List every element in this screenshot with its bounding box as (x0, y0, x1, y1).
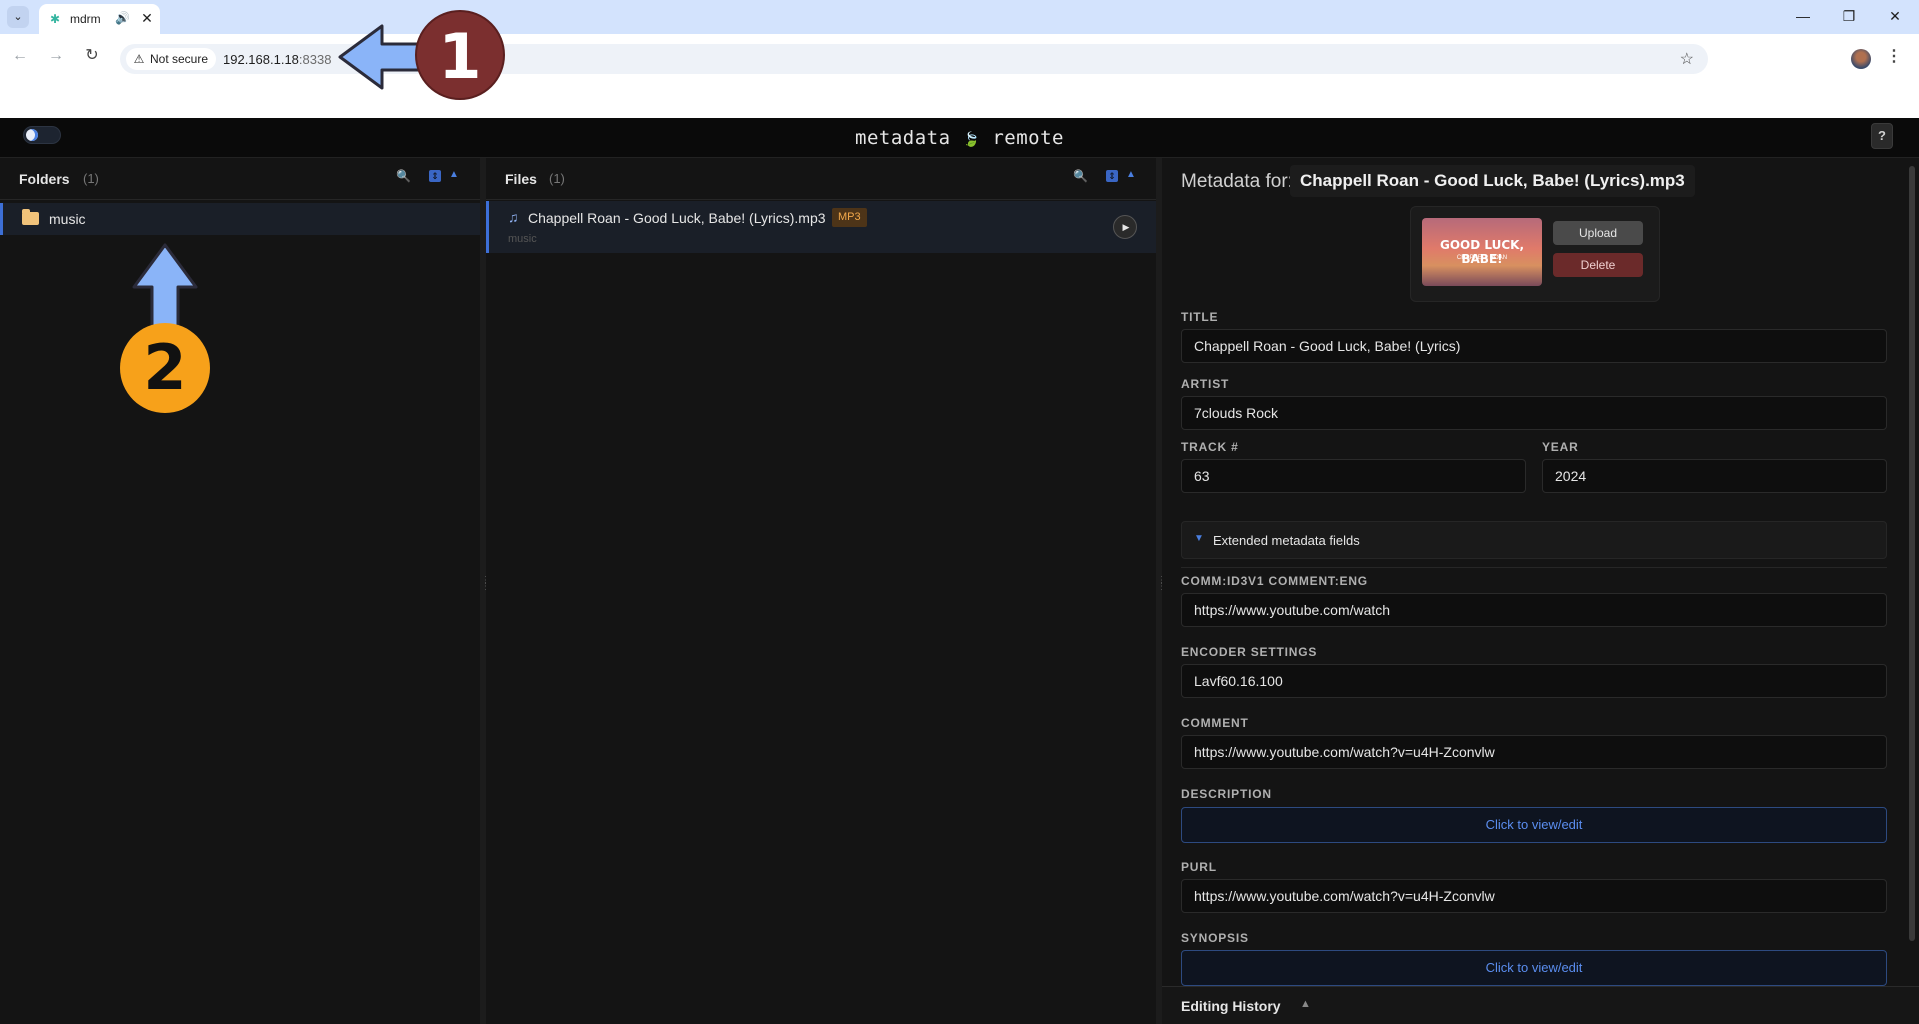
reload-icon[interactable]: ↻ (80, 44, 104, 68)
folders-count: (1) (83, 171, 99, 186)
speaker-icon[interactable]: 🔊 (115, 11, 130, 25)
files-pane: Files (1) 🔍 ⇕ ▲ ♫ Chappell Roan - Good L… (486, 158, 1156, 1024)
comment-field[interactable]: https://www.youtube.com/watch?v=u4H-Zcon… (1181, 735, 1887, 769)
browser-tab[interactable]: ✱ mdrm 🔊 ✕ (39, 4, 160, 34)
url-host: 192.168.1.18 (223, 52, 299, 67)
forward-arrow-icon[interactable]: → (44, 44, 68, 68)
file-name: Chappell Roan - Good Luck, Babe! (Lyrics… (528, 210, 826, 226)
ext-field-label: ENCODER SETTINGS (1181, 645, 1318, 659)
url-text[interactable]: 192.168.1.18:8338 (223, 52, 331, 67)
bookmark-star-icon[interactable]: ☆ (1680, 49, 1694, 69)
security-label: Not secure (150, 52, 209, 66)
leaf-favicon-icon: ✱ (49, 12, 61, 26)
file-folder-label: music (508, 233, 537, 245)
sort-direction-icon[interactable]: ▲ (449, 169, 459, 180)
files-count: (1) (549, 171, 565, 186)
divider (1181, 567, 1887, 568)
caret-up-icon: ▲ (1300, 998, 1311, 1010)
metadata-filename: Chappell Roan - Good Luck, Babe! (Lyrics… (1290, 165, 1695, 197)
year-field[interactable]: 2024 (1542, 459, 1887, 493)
sort-icon[interactable]: ⇕ (429, 170, 441, 182)
tab-close-icon[interactable]: ✕ (138, 9, 156, 27)
search-icon[interactable]: 🔍 (1073, 169, 1088, 183)
folder-label: music (49, 211, 86, 227)
folders-title: Folders (19, 171, 70, 187)
artist-label: ARTIST (1181, 377, 1230, 391)
app-title-right: remote (992, 127, 1064, 149)
artist-field[interactable]: 7clouds Rock (1181, 396, 1887, 430)
leaf-logo-icon: 🍃 (962, 132, 981, 148)
browser-toolbar: ← → ↻ ⚠ Not secure 192.168.1.18:8338 ☆ ⋮ (0, 34, 1919, 118)
track-label: TRACK # (1181, 440, 1239, 454)
editing-history-label: Editing History (1181, 998, 1281, 1014)
upload-button[interactable]: Upload (1553, 221, 1643, 245)
security-chip[interactable]: ⚠ Not secure (126, 48, 217, 70)
metadata-heading: Metadata for: (1181, 171, 1293, 192)
synopsis-view-edit-link[interactable]: Click to view/edit (1181, 950, 1887, 986)
folders-pane: Folders (1) 🔍 ⇕ ▲ music (0, 158, 480, 1024)
back-arrow-icon[interactable]: ← (8, 44, 32, 68)
album-art-title: GOOD LUCK, BABE! (1439, 238, 1525, 266)
track-field[interactable]: 63 (1181, 459, 1526, 493)
app-title-left: metadata (855, 127, 951, 149)
purl-field[interactable]: https://www.youtube.com/watch?v=u4H-Zcon… (1181, 879, 1887, 913)
album-art-panel: GOOD LUCK, BABE! CHAPPELL ROAN Upload De… (1410, 206, 1660, 302)
ext-field-label: SYNOPSIS (1181, 931, 1249, 945)
files-header: Files (1) 🔍 ⇕ ▲ (486, 158, 1156, 200)
ext-field-label: DESCRIPTION (1181, 787, 1272, 801)
play-icon[interactable]: ▶ (1113, 215, 1137, 239)
extended-fields-toggle[interactable]: ▼ Extended metadata fields (1181, 521, 1887, 559)
file-format-badge: MP3 (832, 208, 867, 227)
sort-icon[interactable]: ⇕ (1106, 170, 1118, 182)
caret-down-icon: ▼ (1194, 533, 1204, 544)
sort-direction-icon[interactable]: ▲ (1126, 169, 1136, 180)
metadata-pane: Metadata for: Chappell Roan - Good Luck,… (1162, 158, 1919, 1024)
encoder-settings-field[interactable]: Lavf60.16.100 (1181, 664, 1887, 698)
url-port: :8338 (298, 52, 332, 67)
ext-field-label: PURL (1181, 860, 1217, 874)
music-note-icon: ♫ (508, 209, 519, 225)
window-close-icon[interactable]: ✕ (1880, 6, 1910, 26)
app-header: metadata 🍃 remote ? (0, 118, 1919, 158)
minimize-icon[interactable]: — (1788, 6, 1818, 26)
warning-icon: ⚠ (133, 52, 145, 66)
callout-number-1: 1 (415, 10, 505, 100)
help-button[interactable]: ? (1871, 123, 1893, 149)
restore-icon[interactable]: ❐ (1834, 6, 1864, 26)
profile-avatar[interactable] (1851, 49, 1871, 69)
comm-comment-field[interactable]: https://www.youtube.com/watch (1181, 593, 1887, 627)
browser-tabstrip: ⌄ ✱ mdrm 🔊 ✕ — ❐ ✕ (0, 0, 1919, 34)
app-title: metadata 🍃 remote (0, 127, 1919, 149)
year-label: YEAR (1542, 440, 1579, 454)
folders-header: Folders (1) 🔍 ⇕ ▲ (0, 158, 480, 200)
callout-arrow-up (132, 243, 198, 328)
tab-list-chevron-icon[interactable]: ⌄ (7, 6, 29, 28)
extended-fields-label: Extended metadata fields (1213, 533, 1360, 548)
tab-title: mdrm (70, 12, 101, 26)
browser-menu-icon[interactable]: ⋮ (1886, 46, 1902, 66)
folder-item[interactable]: music (0, 203, 480, 235)
album-art-image: GOOD LUCK, BABE! CHAPPELL ROAN (1422, 218, 1542, 286)
editing-history-bar[interactable]: Editing History ▲ (1162, 986, 1919, 1024)
callout-number-2: 2 (120, 323, 210, 413)
scrollbar[interactable] (1909, 166, 1915, 941)
delete-button[interactable]: Delete (1553, 253, 1643, 277)
title-field[interactable]: Chappell Roan - Good Luck, Babe! (Lyrics… (1181, 329, 1887, 363)
folder-icon (22, 209, 39, 225)
file-item[interactable]: ♫ Chappell Roan - Good Luck, Babe! (Lyri… (486, 201, 1156, 253)
ext-field-label: COMM:ID3V1 COMMENT:ENG (1181, 574, 1368, 588)
search-icon[interactable]: 🔍 (396, 169, 411, 183)
description-view-edit-link[interactable]: Click to view/edit (1181, 807, 1887, 843)
ext-field-label: COMMENT (1181, 716, 1249, 730)
app-root: metadata 🍃 remote ? Folders (1) 🔍 ⇕ ▲ mu… (0, 118, 1919, 1024)
album-art-artist: CHAPPELL ROAN (1456, 255, 1508, 261)
files-title: Files (505, 171, 537, 187)
title-label: TITLE (1181, 310, 1219, 324)
